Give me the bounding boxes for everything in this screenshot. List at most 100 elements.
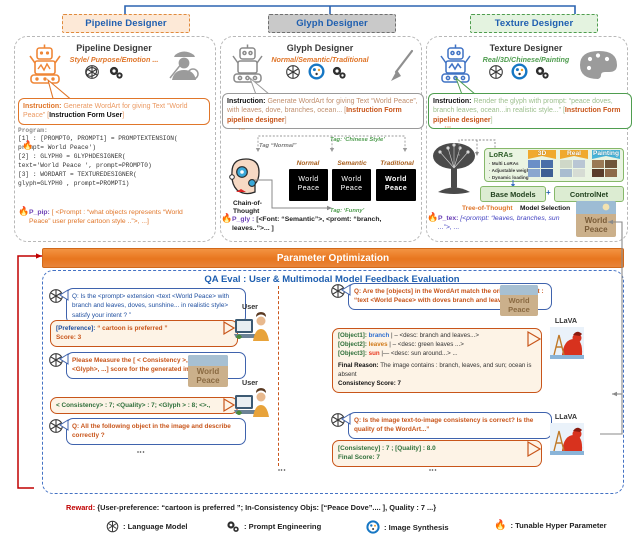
qa-right-answer-2: [Consistency] : 7 ; [Quality] : 8.0 Fina…	[332, 440, 542, 467]
glyph-instruction: Instruction: Generate WordArt for giving…	[222, 93, 424, 130]
object-desc-0: | – <desc: branch and leaves...>	[391, 332, 479, 339]
texture-feedback-arrow	[600, 219, 623, 435]
object-row-2: [Object3]: sun |— <desc: sun around...> …	[338, 350, 536, 359]
palette-icon	[580, 51, 617, 79]
code-text: text='World Peace ', prompt=PROMPT0)	[18, 162, 152, 169]
qa-right-objects-answer: [Object1]: branch | – <desc: branch and …	[332, 328, 542, 393]
designer-person-icon	[169, 51, 199, 80]
flame-icon: 🔥	[494, 520, 507, 531]
image-synthesis-icon	[366, 520, 380, 534]
tab-texture-designer[interactable]: Texture Designer	[470, 14, 598, 33]
bubble-tail-right-q1	[341, 284, 351, 296]
pipeline-instruction-tag: Instruction Form User	[49, 112, 123, 120]
flame-icon-pipeline-param: 🔥	[18, 206, 30, 216]
svg-text:World: World	[508, 296, 530, 305]
pipeline-code-line-1: [1] : [PROMPT0, PROMPT1] = PROMPTEXTENSI…	[18, 134, 178, 143]
object-name-2: sun	[368, 349, 380, 357]
qa-right-question-2-text: Q: Is the image text-to-image consistenc…	[354, 417, 534, 434]
lora-ribbon-label-0: 3D	[537, 150, 547, 157]
bubble-tail-right-q2	[341, 413, 351, 425]
object-key-0: [Object1]:	[338, 332, 367, 339]
legend-image-synthesis-label: : Image Synthesis	[384, 522, 449, 532]
object-row-1: [Object2]: leaves | – <desc: green leave…	[338, 341, 536, 350]
object-desc-1: | – <desc: green leaves ...>	[389, 340, 464, 348]
right-column-ellipsis: ⋮	[428, 466, 437, 476]
tab-pipeline-label: Pipeline Designer	[85, 18, 167, 29]
pipeline-code-line-4: text='World Peace ', prompt=PROMPT0)	[18, 161, 152, 170]
loras-title: LoRAs	[489, 150, 513, 159]
texture-instruction-close: ]	[490, 116, 493, 124]
legend-tunable-label: : Tunable Hyper Parameter	[510, 521, 607, 530]
reward-label: Reward:	[66, 503, 96, 512]
qa-left-question-1: Q: Is the <prompt> extension <text <Worl…	[66, 288, 246, 324]
card-line1: World	[341, 176, 362, 184]
prompt-engineering-icon	[535, 66, 549, 79]
final-reason-label: Final Reason:	[338, 361, 379, 369]
bubble-tail-left-q3	[59, 419, 69, 431]
object-desc-2: |— <desc: sun around...> ...	[381, 349, 458, 357]
legend-image-synthesis: : Image Synthesis	[366, 520, 449, 534]
pipeline-instruction: Instruction: Generate WordArt for giving…	[18, 98, 210, 125]
lora-bullet-0: · Multi LoRAs	[489, 161, 519, 166]
glyph-card-label-2: Traditional	[380, 160, 414, 167]
consistency-quality-line: [Consistency] : 7 ; [Quality] : 8.0	[338, 445, 436, 452]
controlnet-button[interactable]: ControlNet	[554, 186, 624, 202]
svg-text:Peace: Peace	[196, 376, 220, 385]
chain-of-thought-label: Chain-of-Thought	[233, 200, 275, 216]
prompt-engineering-icon	[109, 66, 123, 79]
llava-avatar-1	[550, 327, 584, 359]
code-text: [1] : [PROMPT0, PROMPT1] = PROMPTEXTENSI…	[18, 135, 178, 142]
object-name-1: leaves	[368, 340, 388, 348]
controlnet-label: ControlNet	[569, 189, 609, 199]
glyph-instruction-close: ]	[284, 116, 287, 124]
center-ellipsis: ⋮	[277, 466, 286, 476]
qa-left-answer-2-text: < Consistency> : 7; <Quality> : 7; <Glyp…	[56, 402, 211, 409]
preference-key: [Preference]:	[56, 325, 96, 332]
model-selection-label: Model Selection	[520, 205, 571, 212]
card-line1: World	[385, 176, 407, 184]
image-synthesis-icon	[511, 63, 528, 80]
preference-row: [Preference]: “ cartoon is preferred ”	[56, 324, 232, 333]
loras-bullets: · Multi LoRAs · Adjustable weight · Dyna…	[489, 160, 531, 181]
reward-line: Reward: {User-preference: “cartoon is pr…	[66, 503, 436, 512]
texture-param: P_tex: [<prompt: “leaves, branches, sun …	[438, 214, 574, 232]
language-model-icon	[106, 520, 119, 533]
consistency-score: Consistency Score: 7	[338, 379, 401, 387]
pipeline-code-line-5: [3] : WORDART = TEXTUREDESIGNER(	[18, 170, 137, 179]
user-avatar-2	[234, 388, 269, 417]
qa-left-question-3: Q: All the following object in the image…	[66, 418, 246, 445]
legend-prompt-engineering-label: : Prompt Engineering	[244, 522, 322, 531]
object-row-0: [Object1]: branch | – <desc: branch and …	[338, 332, 536, 341]
flame-icon-texture-param: 🔥	[427, 212, 439, 222]
pipeline-code-line-6: glyph=GLYPH0 , prompt=PROMPT1)	[18, 179, 129, 188]
bubble-tail-right-a2	[527, 440, 542, 458]
qa-right-question-2: Q: Is the image text-to-image consistenc…	[348, 412, 552, 439]
glyph-card-traditional[interactable]: World Peace	[376, 169, 416, 201]
user-avatar-1	[234, 312, 269, 341]
parameter-optimization-bar[interactable]: Parameter Optimization	[42, 248, 624, 268]
tab-glyph-designer[interactable]: Glyph Designer	[268, 14, 396, 33]
language-model-icon	[286, 65, 300, 79]
svg-text:Peace: Peace	[508, 305, 530, 314]
tab-pipeline-designer[interactable]: Pipeline Designer	[62, 14, 190, 33]
plus-sign: +	[546, 188, 551, 197]
texture-instruction-label: Instruction:	[433, 98, 472, 105]
base-models-label: Base Models	[490, 189, 536, 199]
reward-text: {User-preference: “cartoon is preferred …	[97, 503, 437, 512]
texture-param-name: P_tex:	[438, 215, 459, 222]
role-llava-2: LLaVA	[554, 412, 578, 421]
qa-left-answer-1: [Preference]: “ cartoon is preferred ” S…	[50, 320, 238, 347]
paintbrush-icon	[391, 49, 414, 81]
glyph-tag-1: Tag: ‘Chinese Style’	[330, 137, 385, 143]
svg-text:World: World	[197, 367, 220, 376]
language-model-icon	[85, 65, 99, 79]
llava-avatar-2	[550, 423, 584, 455]
bubble-tail-left-a1	[223, 320, 236, 336]
qa-left-answer-2: < Consistency> : 7; <Quality> : 7; <Glyp…	[50, 397, 238, 415]
left-column-ellipsis: ⋮	[136, 448, 145, 458]
role-user-2: User	[242, 378, 258, 387]
cot-text: Chain-of-Thought	[233, 200, 262, 215]
bubble-tail-left-q2	[59, 353, 69, 365]
base-models-button[interactable]: Base Models	[480, 186, 546, 202]
final-score-line: Final Score: 7	[338, 454, 380, 462]
